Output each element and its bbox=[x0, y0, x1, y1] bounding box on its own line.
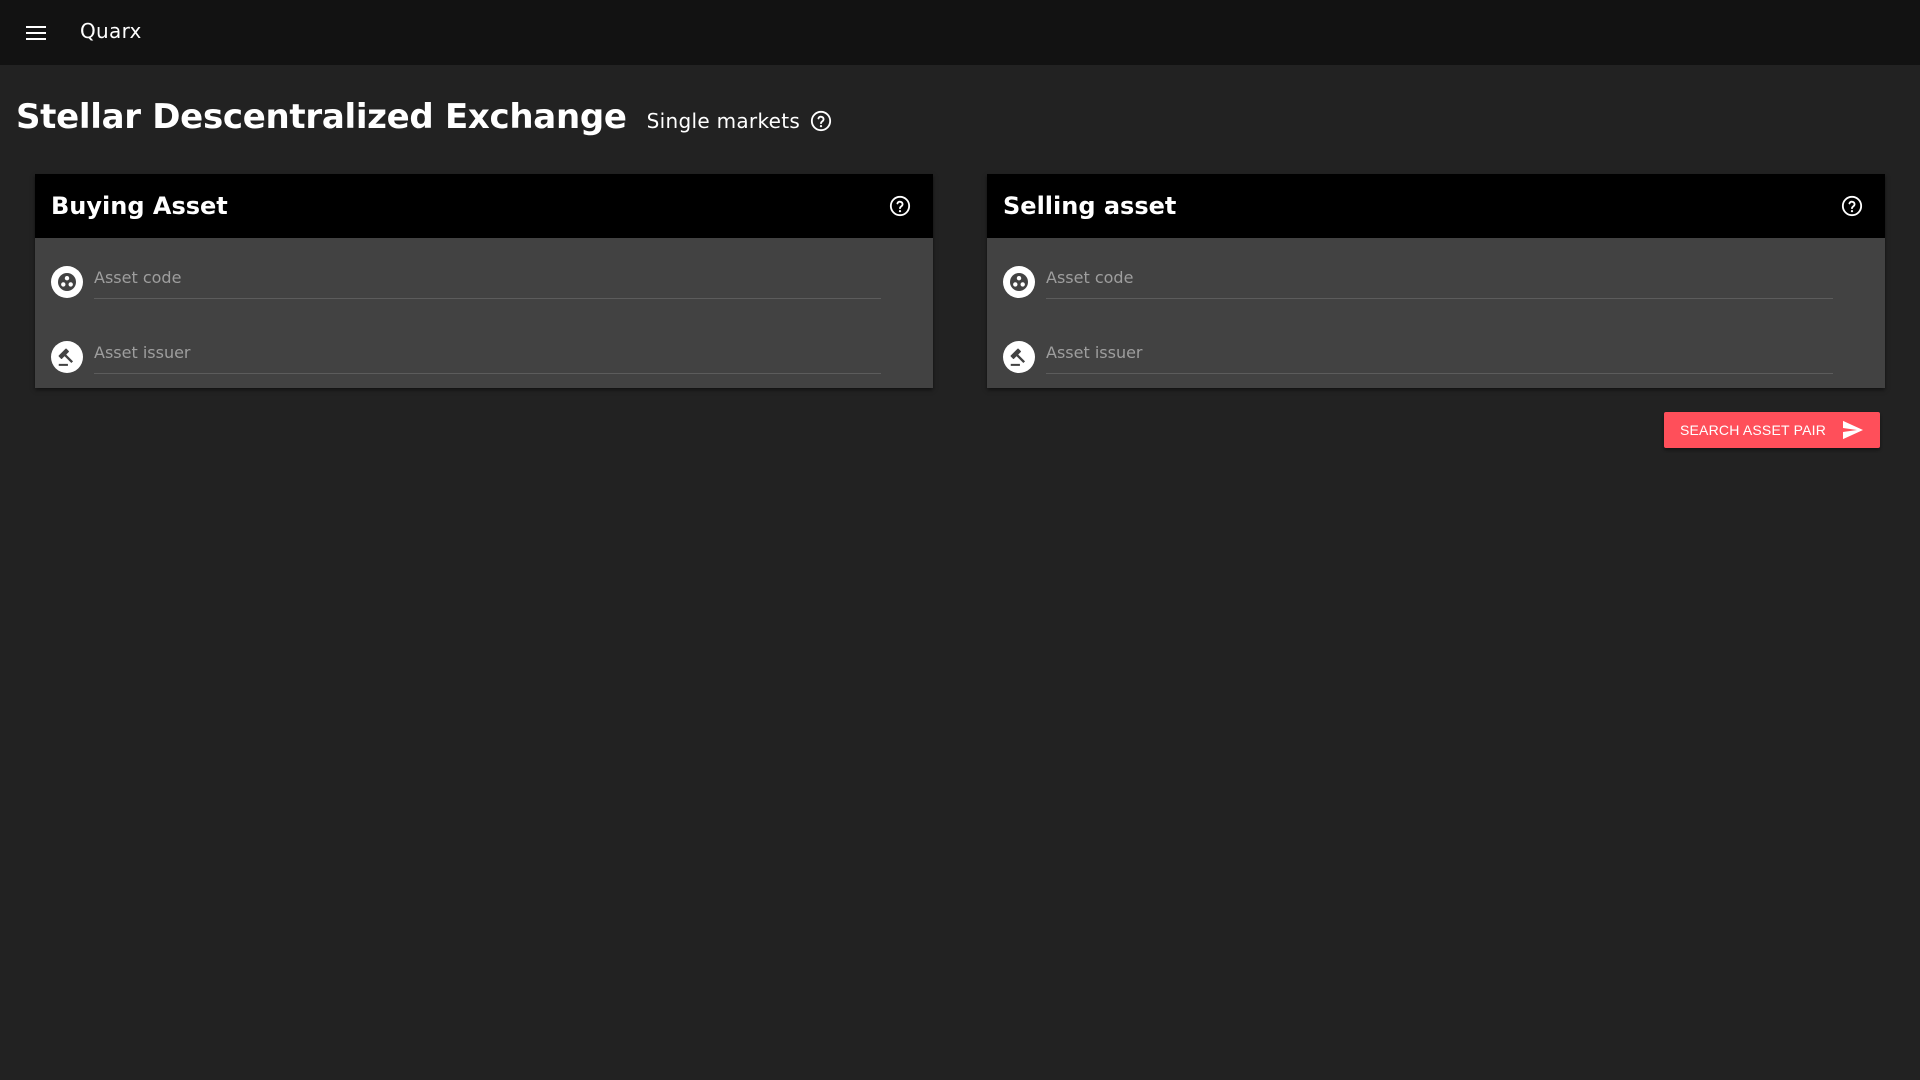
buying-asset-code-field bbox=[51, 256, 881, 308]
page-subtitle: Single markets bbox=[646, 109, 801, 133]
send-icon bbox=[1843, 420, 1864, 440]
page-header: Stellar Descentralized Exchange Single m… bbox=[16, 92, 832, 142]
buying-help-button[interactable] bbox=[887, 193, 913, 219]
gavel-icon bbox=[1003, 341, 1035, 373]
selling-card-title: Selling asset bbox=[1003, 192, 1177, 220]
buying-asset-card: Buying Asset bbox=[35, 174, 933, 388]
selling-asset-code-input[interactable] bbox=[1046, 259, 1833, 299]
help-circle-icon bbox=[1841, 195, 1863, 217]
buying-asset-code-input[interactable] bbox=[94, 259, 881, 299]
menu-button[interactable] bbox=[20, 17, 52, 49]
menu-icon bbox=[26, 26, 46, 40]
gavel-icon bbox=[51, 341, 83, 373]
selling-asset-issuer-field bbox=[1003, 331, 1833, 383]
buying-asset-issuer-field bbox=[51, 331, 881, 383]
app-bar: Quarx bbox=[0, 0, 1920, 65]
subtitle-help-button[interactable] bbox=[810, 110, 832, 132]
help-circle-icon bbox=[811, 110, 832, 132]
selling-asset-card: Selling asset bbox=[987, 174, 1885, 388]
buying-card-header: Buying Asset bbox=[35, 174, 933, 238]
selling-help-button[interactable] bbox=[1839, 193, 1865, 219]
selling-asset-code-field bbox=[1003, 256, 1833, 308]
search-button-label: SEARCH ASSET PAIR bbox=[1679, 422, 1827, 438]
selling-asset-issuer-input[interactable] bbox=[1046, 334, 1833, 374]
app-title: Quarx bbox=[80, 19, 142, 43]
help-circle-icon bbox=[889, 195, 911, 217]
selling-card-header: Selling asset bbox=[987, 174, 1885, 238]
coins-icon bbox=[1003, 266, 1035, 298]
coins-icon bbox=[51, 266, 83, 298]
buying-asset-issuer-input[interactable] bbox=[94, 334, 881, 374]
search-asset-pair-button[interactable]: SEARCH ASSET PAIR bbox=[1664, 412, 1880, 448]
buying-card-title: Buying Asset bbox=[51, 192, 228, 220]
page-title: Stellar Descentralized Exchange bbox=[16, 97, 627, 137]
